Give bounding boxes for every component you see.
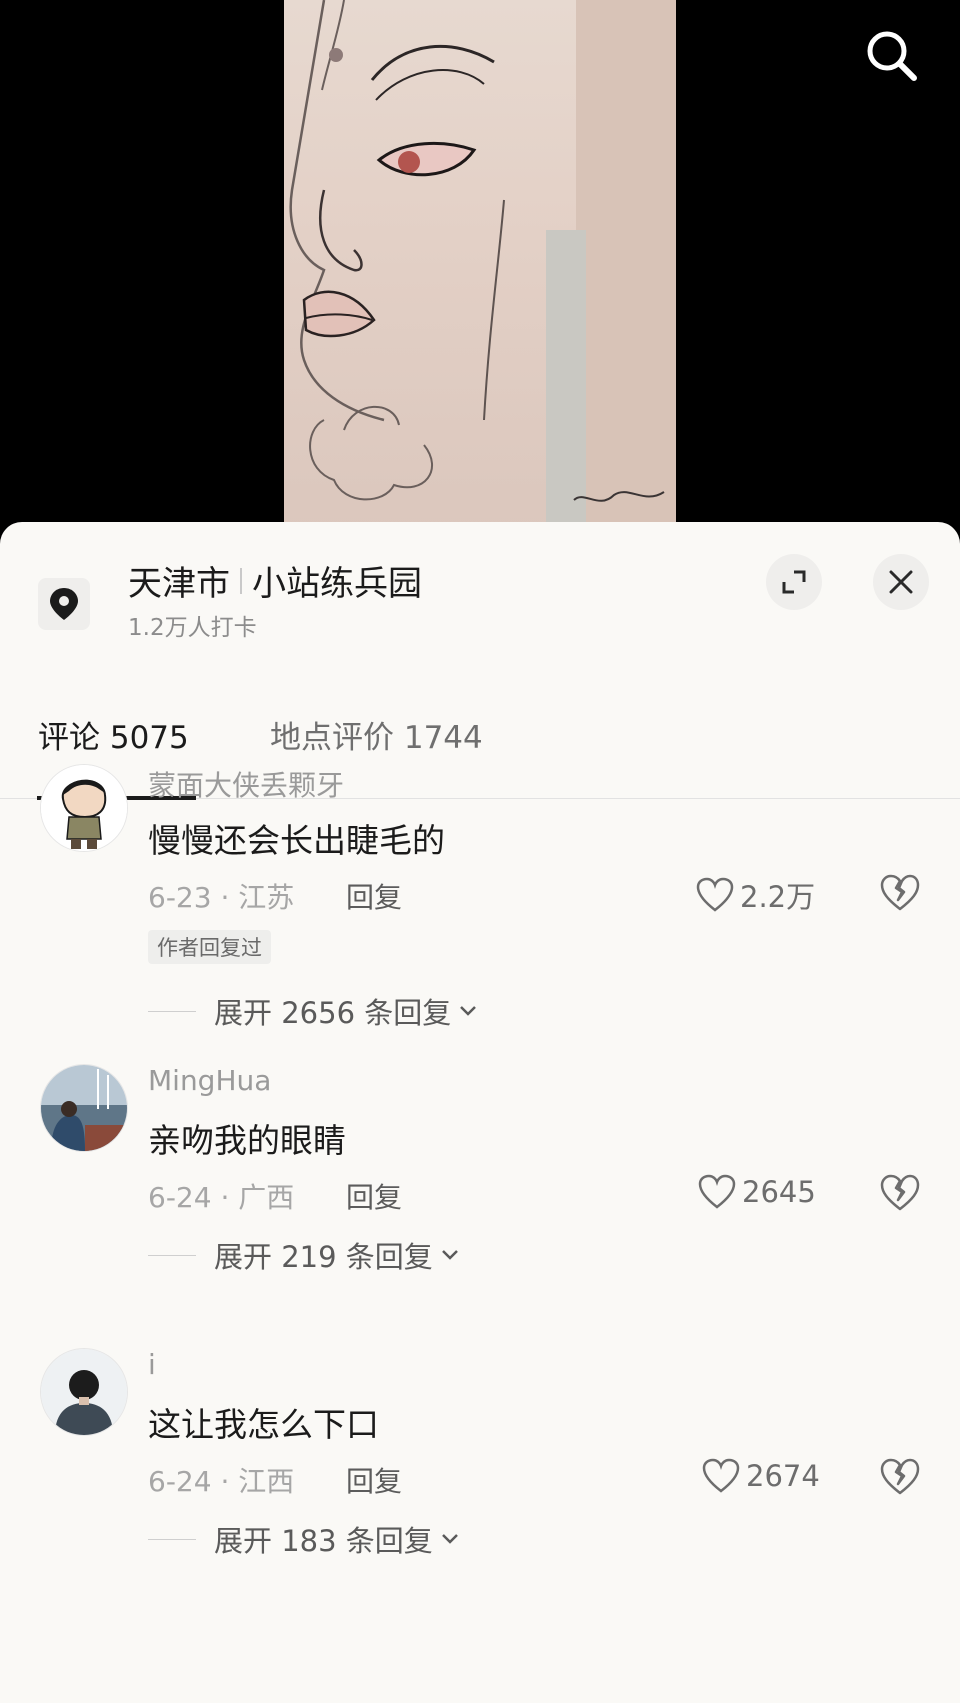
reply-button[interactable]: 回复 <box>346 1176 402 1216</box>
chevron-down-icon <box>441 1250 458 1260</box>
heart-icon <box>702 1458 740 1493</box>
expand-replies-button[interactable]: 展开 219 条回复 <box>148 1234 461 1276</box>
video-frame <box>284 0 676 535</box>
like-count: 2.2万 <box>740 880 816 914</box>
title-divider <box>240 567 242 594</box>
comment-username[interactable]: 蒙面大侠丢颗牙 <box>148 764 344 804</box>
search-icon <box>867 31 917 81</box>
location-pin-icon <box>38 578 90 630</box>
heart-icon <box>698 1174 736 1209</box>
expand-icon <box>782 570 806 594</box>
dislike-button[interactable] <box>880 1174 920 1214</box>
reply-button[interactable]: 回复 <box>346 876 402 916</box>
checkin-count: 1.2万人打卡 <box>128 615 257 641</box>
expand-replies-label: 展开 219 条回复 <box>214 1240 433 1274</box>
expand-button[interactable] <box>766 554 822 610</box>
broken-heart-icon <box>880 874 920 911</box>
video-player[interactable] <box>0 0 960 535</box>
broken-heart-icon <box>880 1458 920 1495</box>
expand-replies-label: 展开 2656 条回复 <box>214 996 452 1030</box>
tab-bar: 评论 5075 地点评价 1744 <box>0 712 960 800</box>
author-replied-badge: 作者回复过 <box>148 930 271 964</box>
divider-line <box>148 1010 196 1012</box>
comment-meta: 6-23 · 江苏 <box>148 881 295 914</box>
comment-meta: 6-24 · 江西 <box>148 1465 295 1498</box>
comment-text: 慢慢还会长出睫毛的 <box>148 821 445 860</box>
like-count: 2645 <box>742 1175 816 1209</box>
like-button[interactable]: 2.2万 <box>696 874 815 916</box>
search-button[interactable] <box>860 24 924 88</box>
tattoo-image <box>289 0 676 535</box>
avatar[interactable] <box>40 1348 128 1436</box>
divider-line <box>148 1538 196 1540</box>
location-sheet: 天津市 小站练兵园 1.2万人打卡 评论 5075 地点评价 1744 蒙面大侠… <box>0 522 960 1703</box>
broken-heart-icon <box>880 1174 920 1211</box>
location-title[interactable]: 天津市 小站练兵园 <box>128 556 422 605</box>
location-city: 天津市 <box>128 564 230 604</box>
dislike-button[interactable] <box>880 874 920 914</box>
comment-username[interactable]: i <box>148 1348 156 1381</box>
close-icon <box>889 570 913 594</box>
comment-text: 亲吻我的眼睛 <box>148 1121 346 1160</box>
avatar[interactable] <box>40 1064 128 1152</box>
expand-replies-button[interactable]: 展开 2656 条回复 <box>148 990 479 1032</box>
location-place: 小站练兵园 <box>252 564 422 604</box>
comment-meta: 6-24 · 广西 <box>148 1181 295 1214</box>
close-button[interactable] <box>873 554 929 610</box>
avatar[interactable] <box>40 764 128 852</box>
heart-icon <box>696 877 734 912</box>
comment-text: 这让我怎么下口 <box>148 1405 379 1444</box>
dislike-button[interactable] <box>880 1458 920 1498</box>
divider-line <box>148 1254 196 1256</box>
chevron-down-icon <box>460 1006 477 1016</box>
expand-replies-button[interactable]: 展开 183 条回复 <box>148 1518 461 1560</box>
comment-username[interactable]: MingHua <box>148 1064 271 1097</box>
like-button[interactable]: 2645 <box>698 1174 816 1210</box>
like-count: 2674 <box>746 1459 820 1493</box>
like-button[interactable]: 2674 <box>702 1458 820 1494</box>
chevron-down-icon <box>441 1534 458 1544</box>
expand-replies-label: 展开 183 条回复 <box>214 1524 433 1558</box>
reply-button[interactable]: 回复 <box>346 1460 402 1500</box>
